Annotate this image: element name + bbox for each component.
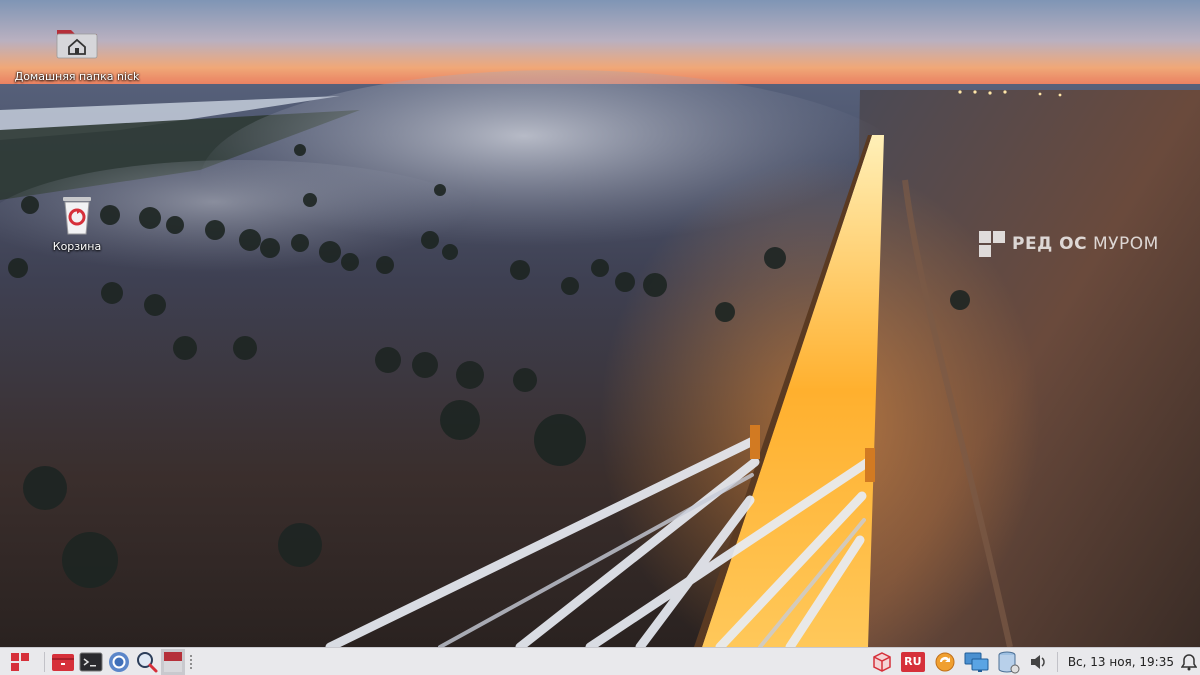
folder-icon — [52, 653, 74, 671]
file-manager-button[interactable] — [49, 649, 77, 675]
window-icon — [164, 651, 182, 672]
taskbar-window-button[interactable] — [161, 648, 185, 675]
taskbar-separator — [44, 651, 45, 672]
desktop-icon-label: Корзина — [52, 240, 102, 253]
storage-icon — [998, 651, 1020, 673]
search-button[interactable] — [133, 649, 161, 675]
keyboard-layout-label: RU — [904, 655, 922, 668]
notifications-icon — [1181, 653, 1197, 670]
storage-button[interactable] — [993, 649, 1023, 675]
desktop-icon-label: Домашняя папка nick — [14, 70, 140, 83]
desktop-icon-trash[interactable]: Корзина — [12, 190, 142, 253]
magnifier-icon — [137, 651, 158, 672]
notifications-button[interactable] — [1178, 649, 1200, 675]
desktop[interactable]: Домашняя папка nick Корзина РЕД ОС МУРОМ — [0, 0, 1200, 647]
network-button[interactable] — [961, 649, 993, 675]
keyboard-layout-button[interactable]: RU — [897, 649, 929, 675]
terminal-icon — [79, 652, 103, 671]
wallpaper-watermark: РЕД ОС МУРОМ — [978, 229, 1159, 259]
update-manager-icon — [935, 652, 955, 671]
redos-logo-icon — [979, 231, 1005, 257]
network-icon — [964, 652, 989, 672]
trash-icon — [63, 197, 91, 235]
update-manager-button[interactable] — [929, 649, 961, 675]
chromium-icon — [109, 651, 129, 672]
clock-text: Вс, 13 ноя, 19:35 — [1067, 654, 1174, 669]
taskbar-grip[interactable] — [189, 653, 193, 670]
desktop-icon-home-folder[interactable]: Домашняя папка nick — [12, 20, 142, 83]
volume-icon — [1030, 654, 1045, 669]
taskbar: RU Вс, 13 ноя, 19:35 — [0, 647, 1200, 675]
watermark-text: РЕД ОС МУРОМ — [1012, 234, 1159, 254]
home-folder-icon — [56, 30, 98, 59]
wallpaper-image — [0, 0, 1200, 647]
keyboard-layout-icon: RU — [900, 651, 925, 672]
volume-button[interactable] — [1023, 649, 1053, 675]
package-update-button[interactable] — [867, 649, 897, 675]
redos-logo-icon — [11, 652, 29, 671]
taskbar-separator — [1056, 651, 1058, 672]
clock[interactable]: Вс, 13 ноя, 19:35 — [1062, 649, 1178, 675]
browser-button[interactable] — [105, 649, 133, 675]
applications-menu-button[interactable] — [0, 649, 40, 675]
terminal-button[interactable] — [77, 649, 105, 675]
package-update-icon — [873, 651, 891, 672]
